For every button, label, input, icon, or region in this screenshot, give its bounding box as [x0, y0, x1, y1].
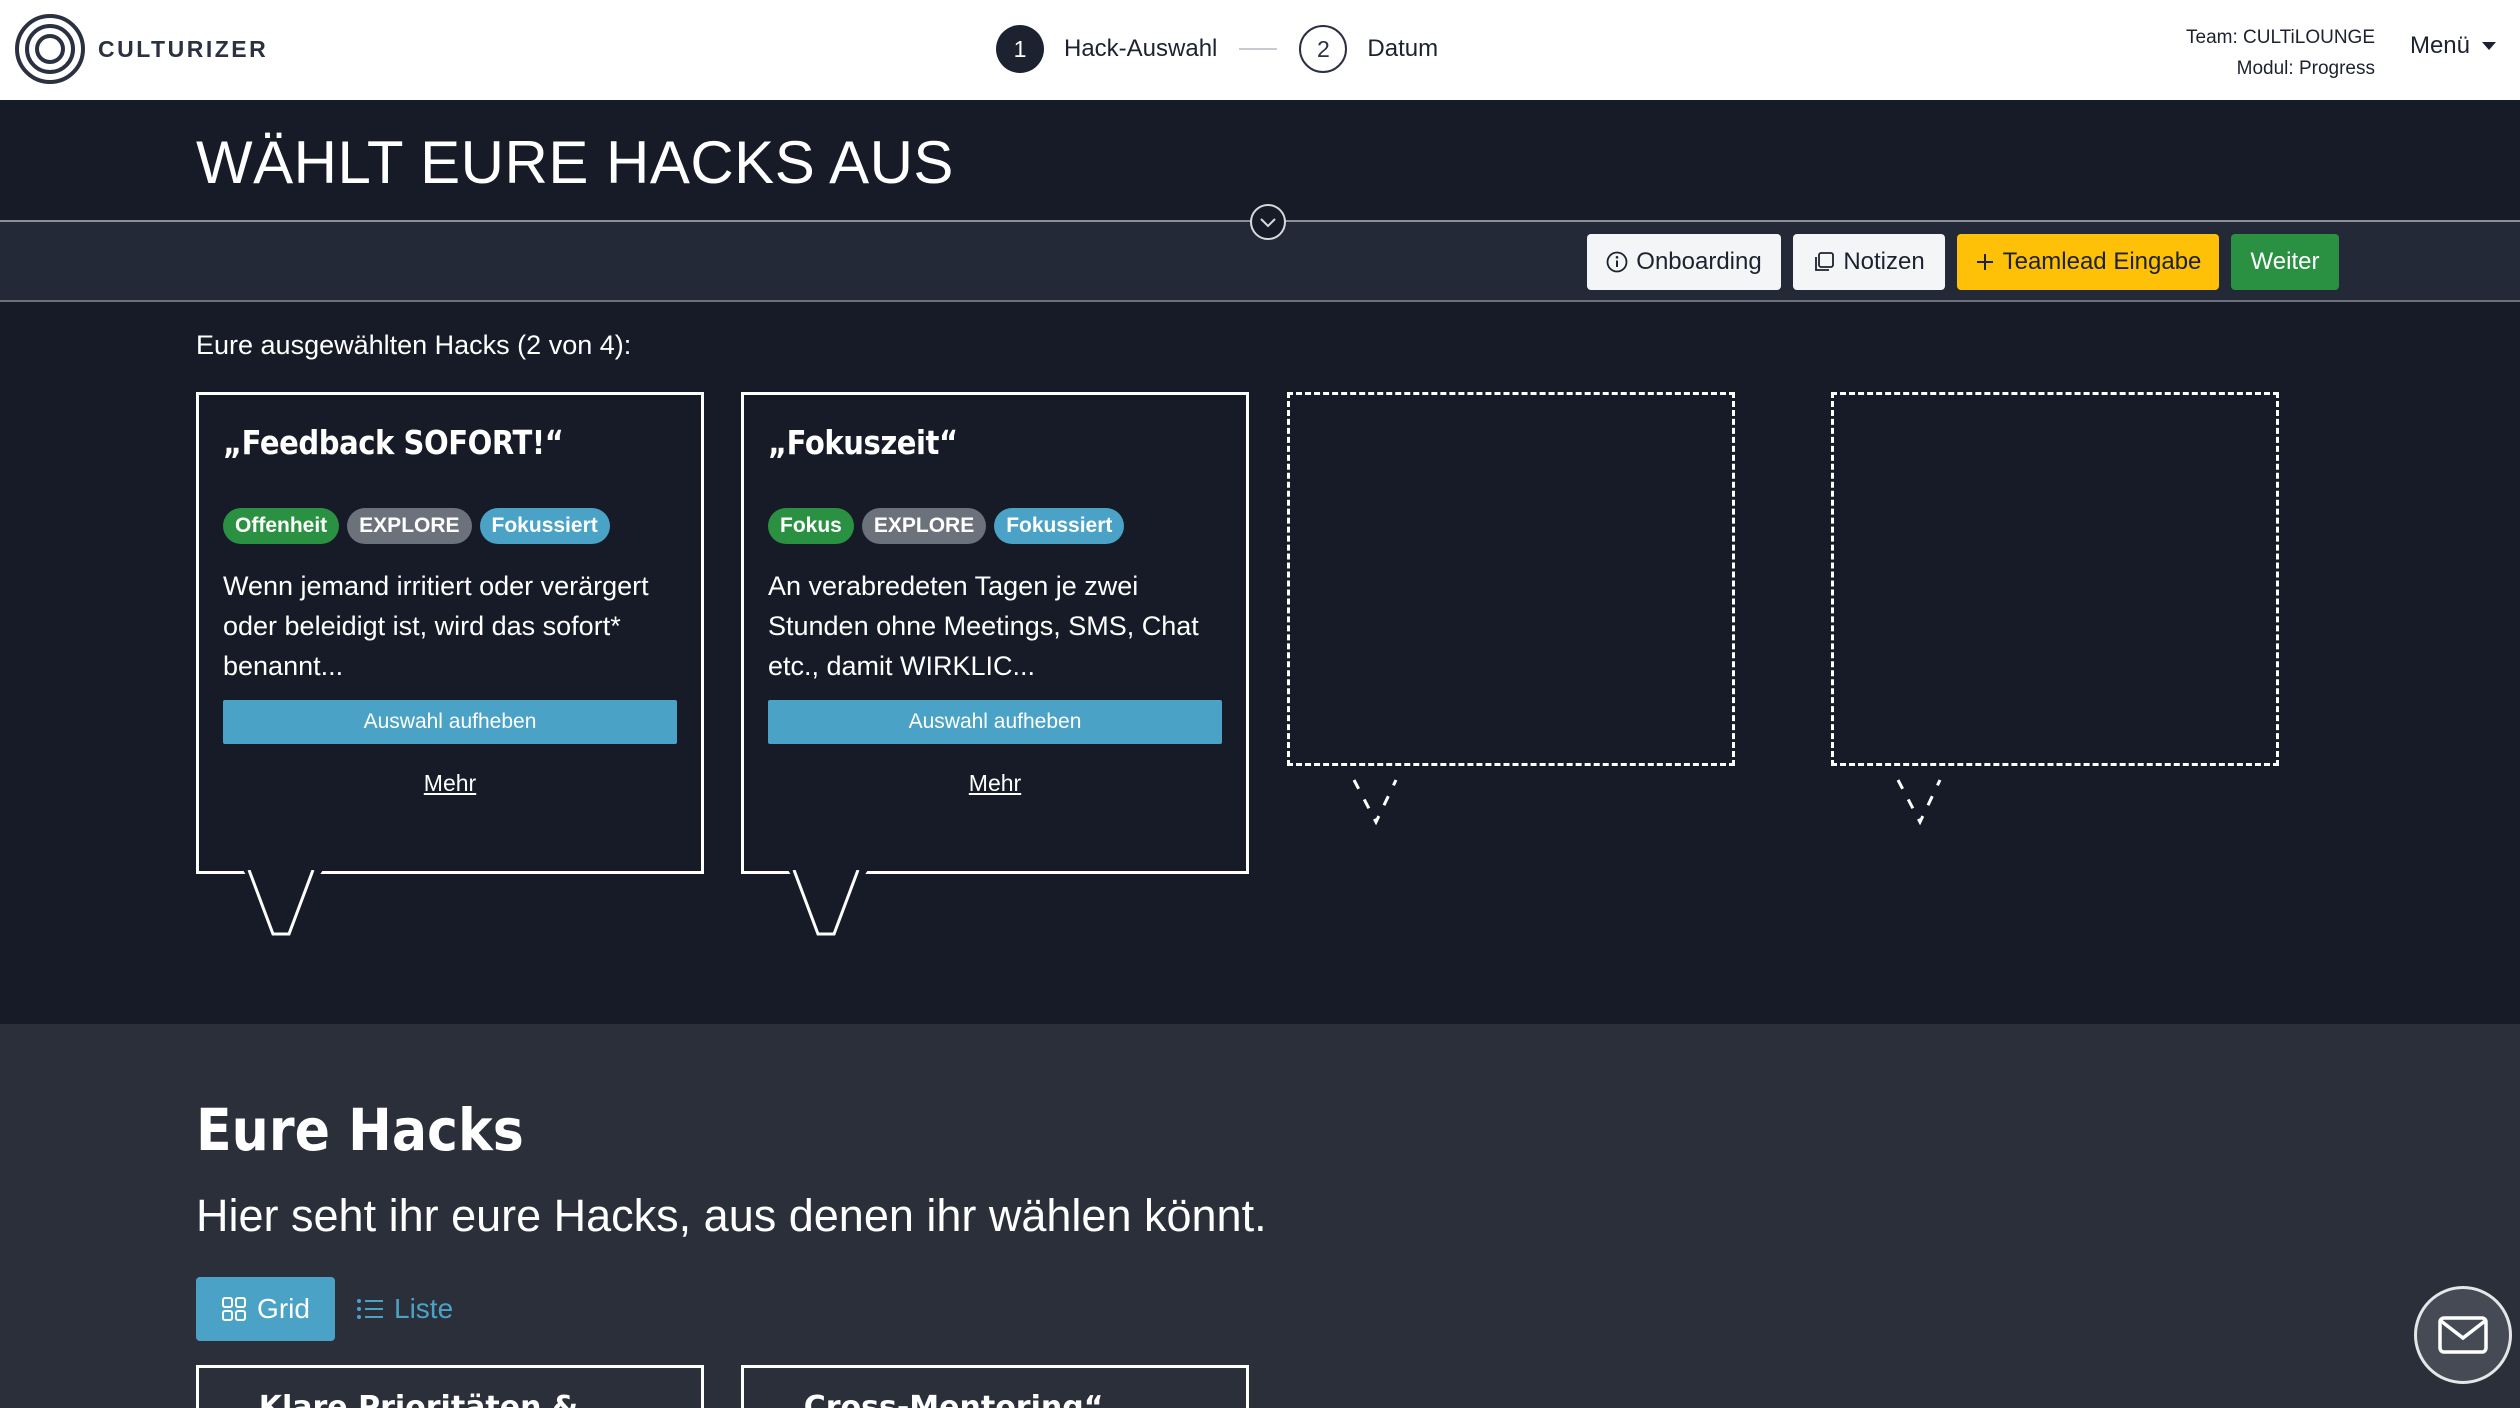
- more-link[interactable]: Mehr: [223, 770, 677, 797]
- next-label: Weiter: [2250, 248, 2320, 275]
- speech-bubble-tail-dashed: [1352, 779, 1398, 826]
- tag-fokus: Fokus: [768, 508, 854, 544]
- notes-label: Notizen: [1843, 248, 1925, 275]
- page-title: WÄHLT EURE HACKS AUS: [196, 129, 954, 196]
- tag-explore: EXPLORE: [347, 508, 472, 544]
- selected-hack-card-feedback: „Feedback SOFORT!“ Offenheit EXPLORE Fok…: [196, 392, 704, 874]
- chevron-down-icon: [1260, 218, 1276, 228]
- grid-icon: [222, 1297, 247, 1321]
- contact-mail-button[interactable]: [2414, 1286, 2512, 1384]
- hack-card[interactable]: „Cross-Mentoring“: [741, 1365, 1249, 1408]
- step-connector: [1239, 48, 1278, 50]
- teamlead-label: Teamlead Eingabe: [2002, 248, 2202, 275]
- selected-hacks-count: Eure ausgewählten Hacks (2 von 4):: [196, 330, 632, 360]
- step-1-label[interactable]: Hack-Auswahl: [1064, 35, 1217, 63]
- hacks-section-subtitle: Hier seht ihr eure Hacks, aus denen ihr …: [196, 1190, 1267, 1241]
- collapse-toggle-button[interactable]: [1250, 204, 1286, 240]
- hack-title: „Fokuszeit“: [768, 423, 958, 462]
- hack-title: „Feedback SOFORT!“: [223, 423, 564, 462]
- tag-explore: EXPLORE: [861, 508, 987, 544]
- hack-card-title: „Klare Prioritäten & ...: [239, 1390, 623, 1408]
- menu-label: Menü: [2409, 32, 2470, 59]
- top-navigation-bar: CULTURIZER 1 Hack-Auswahl 2 Datum Team: …: [0, 0, 2520, 100]
- empty-hack-slot: [1287, 392, 1735, 766]
- next-button[interactable]: Weiter: [2231, 234, 2339, 290]
- module-name: Modul: Progress: [2236, 58, 2375, 79]
- hacks-section-title: Eure Hacks: [196, 1096, 524, 1164]
- tag-offenheit: Offenheit: [223, 508, 340, 544]
- menu-dropdown[interactable]: Menü: [2410, 32, 2496, 60]
- hack-description: Wenn jemand irritiert oder verärgert ode…: [223, 571, 649, 681]
- logo-icon: [15, 14, 85, 84]
- teamlead-input-button[interactable]: Teamlead Eingabe: [1957, 234, 2219, 290]
- list-icon: [357, 1299, 383, 1319]
- info-icon: [1606, 251, 1628, 273]
- tag-list: Offenheit EXPLORE Fokussiert: [223, 508, 677, 544]
- empty-hack-slot: [1831, 392, 2279, 766]
- plus-icon: [1976, 254, 1993, 270]
- culturizer-logo[interactable]: CULTURIZER: [14, 10, 268, 88]
- step-2-number[interactable]: 2: [1299, 25, 1348, 73]
- team-info: Team: CULTiLOUNGE Modul: Progress: [2186, 22, 2375, 84]
- speech-bubble-tail: [243, 870, 323, 936]
- hack-card-title: „Cross-Mentoring“: [784, 1390, 1104, 1408]
- selected-hack-card-fokuszeit: „Fokuszeit“ Fokus EXPLORE Fokussiert An …: [741, 392, 1249, 874]
- tag-fokussiert: Fokussiert: [994, 508, 1125, 544]
- tag-list: Fokus EXPLORE Fokussiert: [768, 508, 1222, 544]
- notes-button[interactable]: Notizen: [1793, 234, 1945, 290]
- grid-view-button[interactable]: Grid: [196, 1277, 335, 1341]
- team-name: Team: CULTiLOUNGE: [2186, 27, 2375, 48]
- deselect-button[interactable]: Auswahl aufheben: [223, 700, 677, 744]
- grid-view-label: Grid: [257, 1293, 310, 1324]
- progress-stepper: 1 Hack-Auswahl 2 Datum: [996, 24, 1438, 74]
- list-view-button[interactable]: Liste: [356, 1277, 453, 1341]
- more-link[interactable]: Mehr: [768, 770, 1222, 797]
- list-view-label: Liste: [394, 1293, 454, 1324]
- hack-card[interactable]: „Klare Prioritäten & ...: [196, 1365, 704, 1408]
- tag-fokussiert: Fokussiert: [479, 508, 610, 544]
- speech-bubble-tail: [788, 870, 868, 936]
- caret-down-icon: [2482, 42, 2496, 50]
- speech-bubble-tail-dashed: [1896, 779, 1942, 826]
- notes-icon: [1815, 252, 1835, 271]
- step-1-number[interactable]: 1: [996, 25, 1044, 73]
- logo-text: CULTURIZER: [98, 35, 269, 62]
- mail-icon: [2438, 1316, 2488, 1354]
- deselect-button[interactable]: Auswahl aufheben: [768, 700, 1222, 744]
- step-2-label[interactable]: Datum: [1367, 35, 1438, 63]
- onboarding-label: Onboarding: [1636, 248, 1762, 275]
- onboarding-button[interactable]: Onboarding: [1587, 234, 1781, 290]
- hack-description: An verabredeten Tagen je zwei Stunden oh…: [768, 571, 1199, 681]
